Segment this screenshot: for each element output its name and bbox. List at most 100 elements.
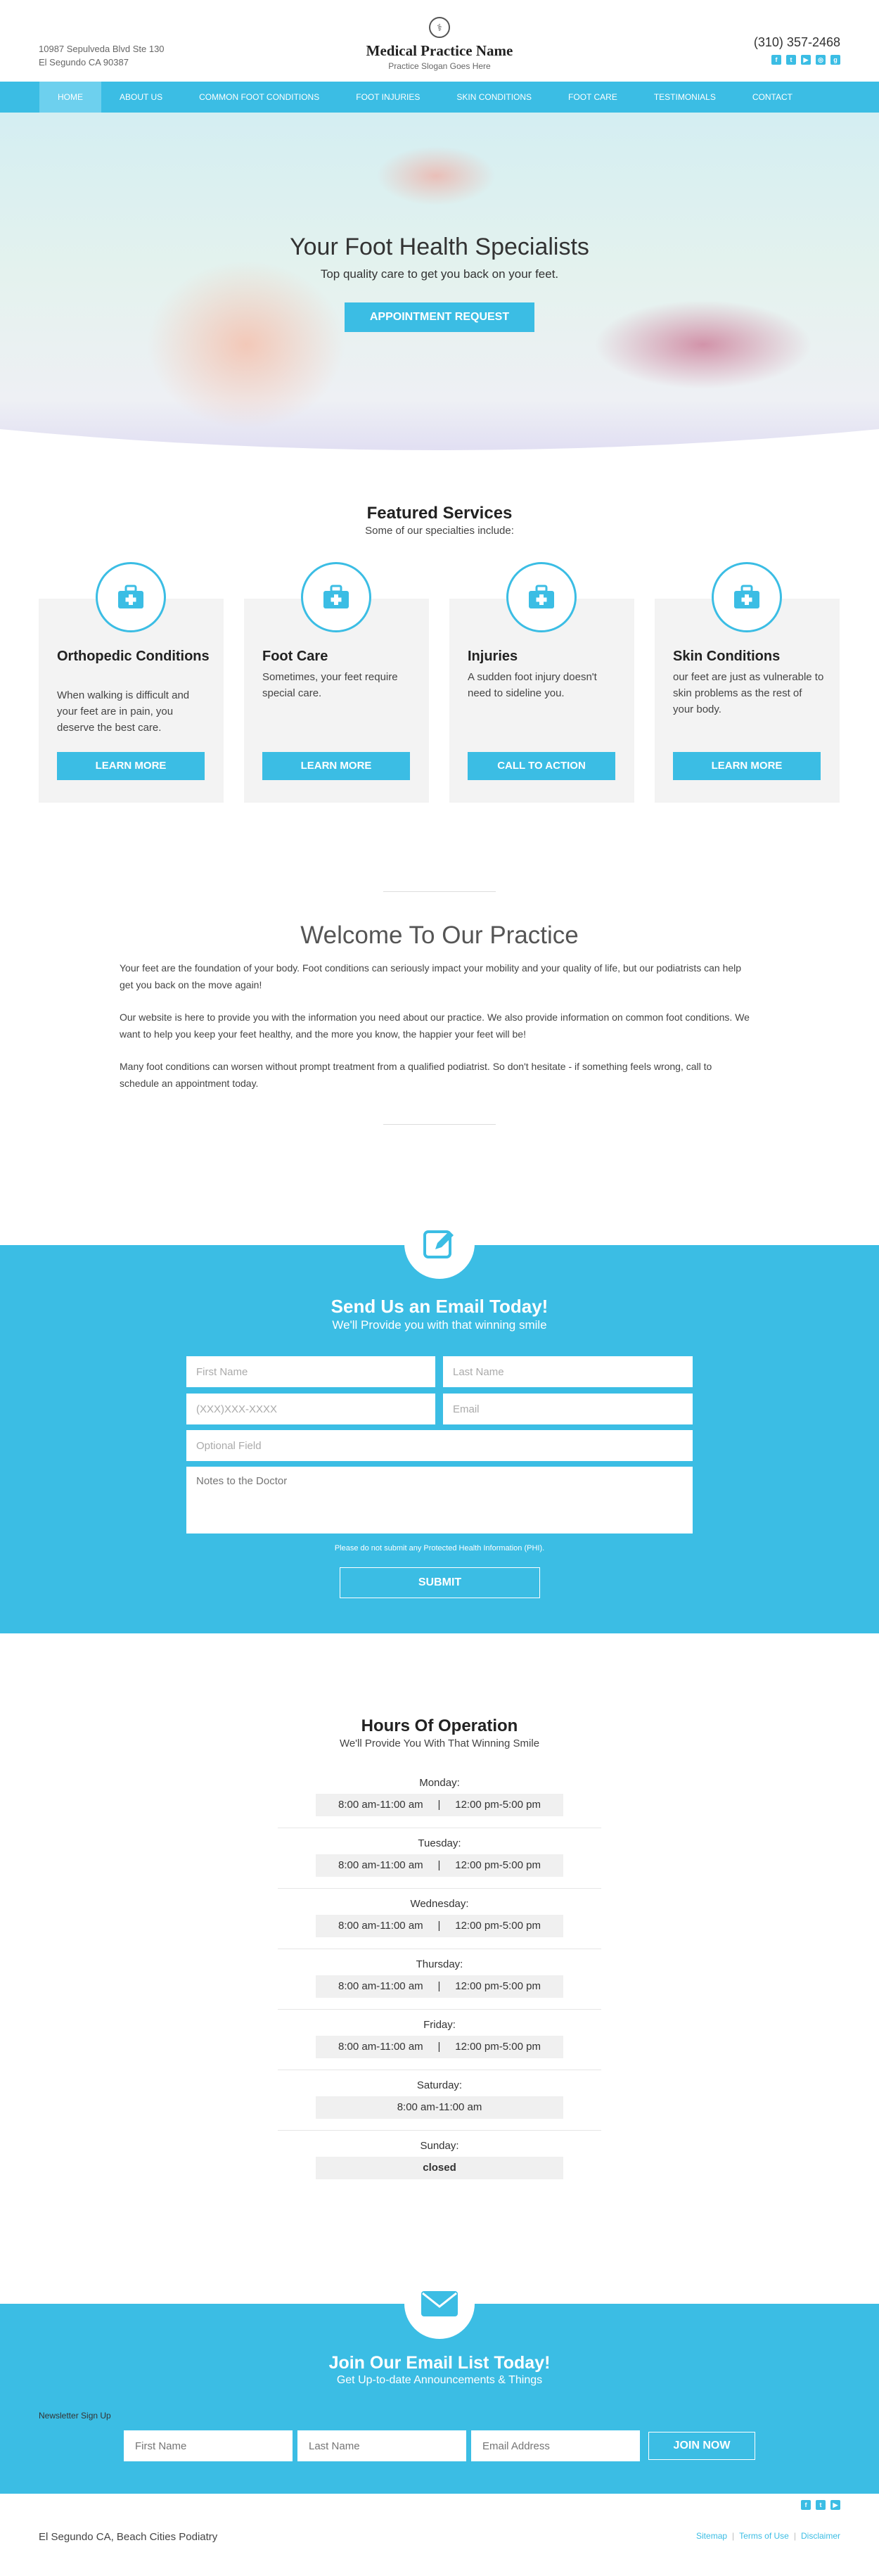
call-to-action-button[interactable]: Call To Action — [468, 752, 615, 780]
newsletter-email-field[interactable] — [471, 2430, 640, 2461]
card-text: When walking is difficult and your feet … — [57, 689, 190, 734]
twitter-icon[interactable]: t — [816, 2500, 826, 2510]
service-card: Injuries A sudden foot injury doesn't ne… — [449, 562, 634, 803]
last-name-field[interactable] — [443, 1356, 693, 1387]
services-subtitle: Some of our specialties include: — [365, 525, 514, 537]
nav-common-foot-conditions[interactable]: Common Foot Conditions — [181, 82, 338, 113]
link-separator: | — [732, 2531, 735, 2541]
phone-field[interactable] — [186, 1394, 435, 1424]
hero-subtitle: Top quality care to get you back on your… — [320, 267, 559, 281]
nav-skin-conditions[interactable]: Skin Conditions — [438, 82, 550, 113]
card-title: Skin Conditions — [673, 649, 781, 664]
day-name: Friday: — [423, 2019, 456, 2031]
hero-title: Your Foot Health Specialists — [290, 234, 589, 260]
newsletter-first-name-field[interactable] — [124, 2430, 293, 2461]
newsletter-title: Join Our Email List Today! — [328, 2353, 551, 2373]
disclaimer-link[interactable]: Disclaimer — [801, 2531, 840, 2541]
email-form-title: Send Us an Email Today! — [331, 1296, 548, 1317]
card-title: Foot Care — [262, 649, 328, 664]
terms-of-use-link[interactable]: Terms of Use — [739, 2531, 789, 2541]
phone-number[interactable]: (310) 357-2468 — [754, 35, 840, 50]
nav-home[interactable]: Home — [39, 82, 101, 113]
day-hours: 8:00 am-11:00 am | 12:00 pm-5:00 pm — [316, 2036, 563, 2058]
divider — [383, 1124, 496, 1125]
brand-name: Medical Practice Name — [366, 42, 513, 59]
twitter-icon[interactable]: t — [786, 55, 796, 65]
welcome-body: Your feet are the foundation of your bod… — [120, 959, 752, 1107]
submit-button[interactable]: Submit — [340, 1567, 540, 1598]
hours-of-operation: Hours Of Operation We'll Provide You Wit… — [0, 1716, 879, 1749]
day-divider — [278, 2130, 601, 2131]
welcome-paragraph: Your feet are the foundation of your bod… — [120, 962, 742, 990]
day-name: Tuesday: — [418, 1837, 461, 1849]
day-hours: 8:00 am-11:00 am — [316, 2096, 563, 2119]
day-name: Sunday: — [420, 2140, 459, 2152]
welcome-title: Welcome To Our Practice — [300, 922, 579, 949]
first-name-field[interactable] — [186, 1356, 435, 1387]
day-row-saturday: Saturday: 8:00 am-11:00 am — [278, 2078, 601, 2131]
day-name: Monday: — [419, 1777, 460, 1789]
nav-contact[interactable]: Contact — [734, 82, 811, 113]
appointment-request-button[interactable]: Appointment Request — [345, 302, 534, 332]
hours-subtitle: We'll Provide You With That Winning Smil… — [339, 1737, 540, 1749]
hours-title: Hours Of Operation — [361, 1716, 518, 1735]
day-row-thursday: Thursday: 8:00 am-11:00 am | 12:00 pm-5:… — [278, 1957, 601, 2010]
day-name: Thursday: — [416, 1958, 463, 1970]
welcome-paragraph: Our website is here to provide you with … — [120, 1012, 750, 1040]
divider — [383, 891, 496, 892]
main-nav: Home About Us Common Foot Conditions Foo… — [0, 82, 879, 113]
day-row-friday: Friday: 8:00 am-11:00 am | 12:00 pm-5:00… — [278, 2017, 601, 2070]
google-plus-icon[interactable]: g — [830, 55, 840, 65]
nav-testimonials[interactable]: Testimonials — [636, 82, 734, 113]
card-title: Injuries — [468, 649, 518, 664]
footer-socials: f t ▶ — [801, 2500, 840, 2510]
hero-bottom-curve — [0, 429, 879, 471]
day-name: Wednesday: — [410, 1898, 469, 1910]
instagram-icon[interactable]: ◎ — [816, 55, 826, 65]
youtube-icon[interactable]: ▶ — [830, 2500, 840, 2510]
service-cards: Orthopedic Conditions When walking is di… — [39, 562, 840, 803]
day-row-tuesday: Tuesday: 8:00 am-11:00 am | 12:00 pm-5:0… — [278, 1836, 601, 1889]
brand[interactable]: ⚕ Medical Practice Name Practice Slogan … — [0, 17, 879, 71]
day-row-monday: Monday: 8:00 am-11:00 am | 12:00 pm-5:00… — [278, 1775, 601, 1828]
optional-field[interactable] — [186, 1430, 693, 1461]
nav-foot-care[interactable]: Foot Care — [550, 82, 636, 113]
card-text: A sudden foot injury doesn't need to sid… — [468, 671, 597, 699]
footer-links: Sitemap | Terms of Use | Disclaimer — [696, 2531, 840, 2541]
join-now-button[interactable]: Join Now — [648, 2432, 755, 2460]
day-hours: 8:00 am-11:00 am | 12:00 pm-5:00 pm — [316, 1794, 563, 1816]
day-row-wednesday: Wednesday: 8:00 am-11:00 am | 12:00 pm-5… — [278, 1896, 601, 1949]
page: 10987 Sepulveda Blvd Ste 130 El Segundo … — [0, 0, 879, 2576]
notes-field[interactable] — [186, 1467, 693, 1534]
sitemap-link[interactable]: Sitemap — [696, 2531, 727, 2541]
link-separator: | — [793, 2531, 796, 2541]
email-form-subtitle: We'll Provide you with that winning smil… — [332, 1318, 547, 1332]
medical-kit-icon — [96, 562, 166, 632]
learn-more-button[interactable]: Learn More — [57, 752, 205, 780]
footer-practice-name: El Segundo CA, Beach Cities Podiatry — [39, 2531, 218, 2543]
edit-icon — [404, 1209, 475, 1279]
email-field[interactable] — [443, 1394, 693, 1424]
welcome-paragraph: Many foot conditions can worsen without … — [120, 1061, 712, 1089]
nav-about-us[interactable]: About Us — [101, 82, 181, 113]
day-hours: 8:00 am-11:00 am | 12:00 pm-5:00 pm — [316, 1975, 563, 1998]
youtube-icon[interactable]: ▶ — [801, 55, 811, 65]
medical-kit-icon — [712, 562, 782, 632]
hero: Your Foot Health Specialists Top quality… — [0, 113, 879, 471]
day-divider — [278, 2009, 601, 2010]
medical-kit-icon — [506, 562, 577, 632]
learn-more-button[interactable]: Learn More — [673, 752, 821, 780]
facebook-icon[interactable]: f — [771, 55, 781, 65]
newsletter-subtitle: Get Up-to-date Announcements & Things — [336, 2374, 543, 2386]
day-hours: 8:00 am-11:00 am | 12:00 pm-5:00 pm — [316, 1854, 563, 1877]
day-name: Saturday: — [416, 2079, 463, 2091]
brand-slogan: Practice Slogan Goes Here — [388, 61, 491, 71]
day-divider — [278, 1888, 601, 1889]
day-row-sunday: Sunday: closed — [278, 2138, 601, 2179]
learn-more-button[interactable]: Learn More — [262, 752, 410, 780]
facebook-icon[interactable]: f — [801, 2500, 811, 2510]
newsletter-last-name-field[interactable] — [297, 2430, 466, 2461]
newsletter-label: Newsletter Sign Up — [39, 2411, 111, 2421]
services-title: Featured Services — [366, 504, 513, 523]
nav-foot-injuries[interactable]: Foot Injuries — [338, 82, 438, 113]
